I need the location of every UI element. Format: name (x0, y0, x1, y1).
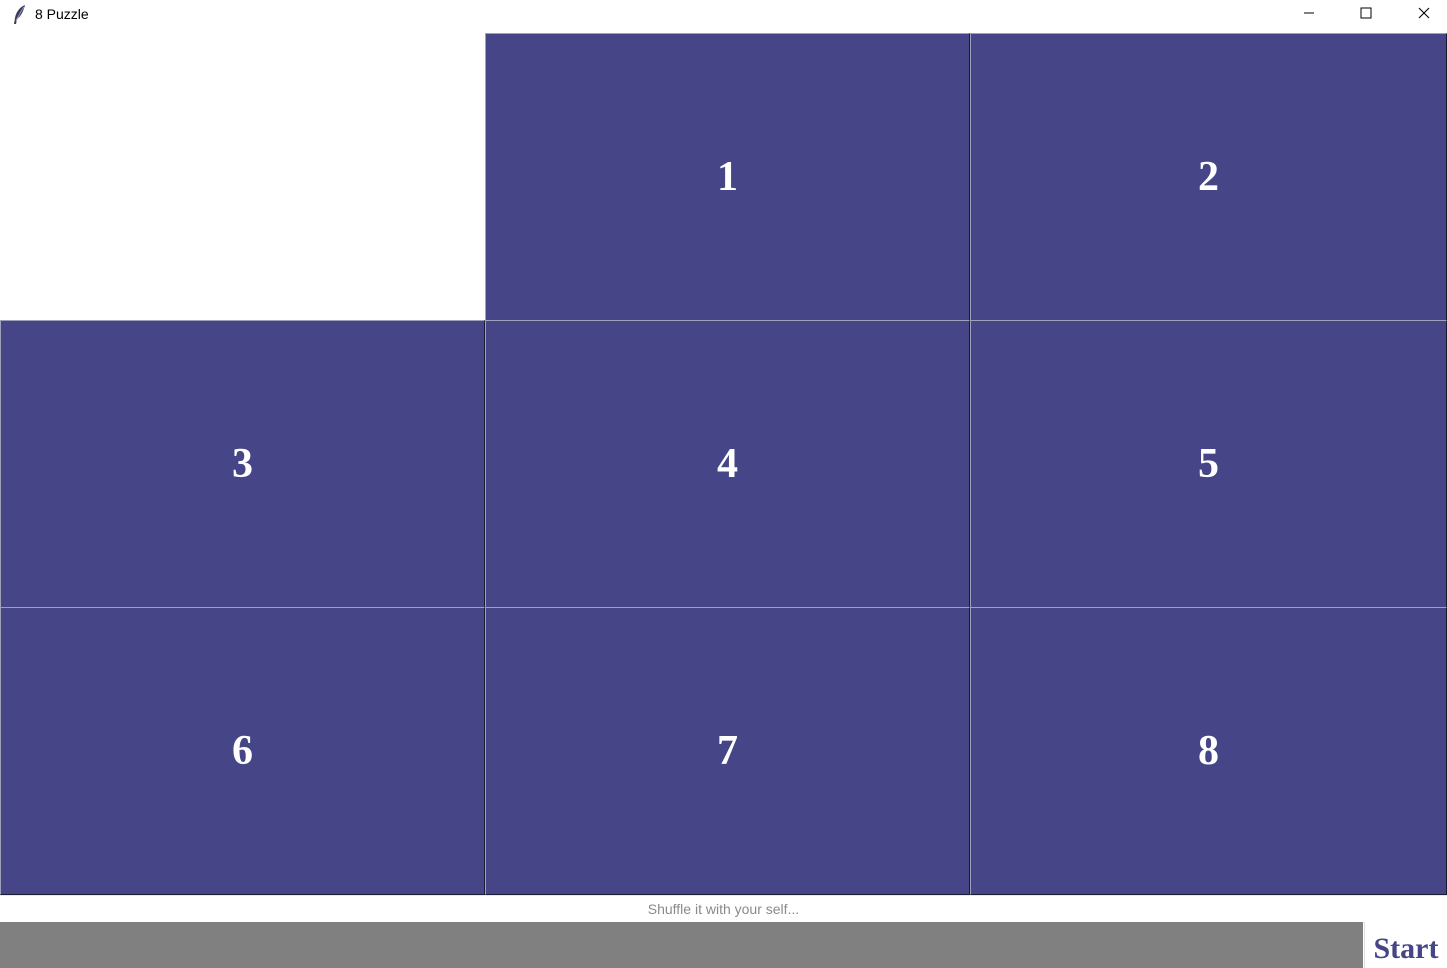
maximize-button[interactable] (1337, 0, 1395, 29)
tile-7[interactable]: 7 (485, 607, 970, 895)
bottom-bar (0, 922, 1363, 968)
divider (0, 895, 1447, 896)
tile-2[interactable]: 2 (970, 33, 1447, 321)
tile-6[interactable]: 6 (0, 607, 485, 895)
close-button[interactable] (1395, 0, 1447, 29)
tile-5[interactable]: 5 (970, 320, 1447, 608)
tile-4[interactable]: 4 (485, 320, 970, 608)
empty-slot[interactable] (0, 33, 485, 321)
maximize-icon (1360, 6, 1372, 24)
start-button[interactable]: Start (1364, 922, 1447, 968)
close-icon (1418, 6, 1430, 24)
window-title: 8 Puzzle (35, 6, 89, 22)
puzzle-board: 1 2 3 4 5 6 7 8 (0, 33, 1447, 895)
title-bar: 8 Puzzle (0, 0, 1447, 33)
minimize-icon (1303, 6, 1315, 24)
minimize-button[interactable] (1280, 0, 1338, 29)
tile-8[interactable]: 8 (970, 607, 1447, 895)
status-text: Shuffle it with your self... (647, 901, 800, 917)
tile-3[interactable]: 3 (0, 320, 485, 608)
feather-icon (11, 4, 29, 26)
tile-1[interactable]: 1 (485, 33, 970, 321)
app-window: 8 Puzzle 1 2 3 4 5 6 7 8 Shuffle it with… (0, 0, 1447, 968)
